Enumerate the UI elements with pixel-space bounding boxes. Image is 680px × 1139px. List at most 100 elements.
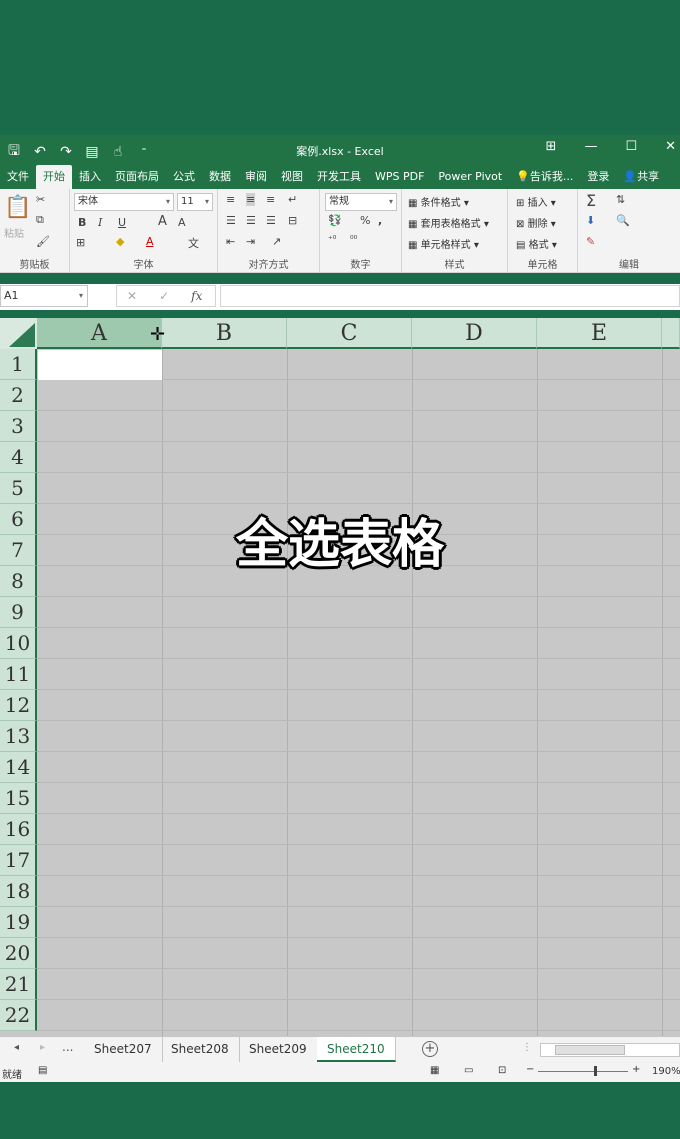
zoom-out-icon[interactable]: − (526, 1064, 534, 1075)
font-color-button[interactable]: A (146, 235, 154, 248)
column-header-e[interactable]: E (537, 318, 662, 349)
sheet-tab-sheet209[interactable]: Sheet209 (239, 1037, 318, 1062)
minimize-icon[interactable]: — (584, 139, 597, 154)
sheet-tab-sheet210[interactable]: Sheet210 (317, 1037, 396, 1062)
fill-icon[interactable]: ⬇ (586, 214, 595, 227)
sheet-tab-sheet208[interactable]: Sheet208 (161, 1037, 240, 1062)
page-layout-view-icon[interactable]: ▭ (464, 1065, 473, 1076)
column-header-d[interactable]: D (412, 318, 537, 349)
font-size-select[interactable]: 11 (177, 193, 213, 211)
align-left-icon[interactable]: ☰ (226, 214, 236, 227)
bold-button[interactable]: B (78, 216, 86, 229)
row-header-12[interactable]: 12 (0, 690, 37, 721)
prev-sheet-icon[interactable]: ◂ (14, 1042, 19, 1053)
increase-decimal-icon[interactable]: ⁺⁰ (328, 235, 336, 245)
zoom-slider[interactable] (538, 1071, 628, 1072)
phonetic-button[interactable]: 文 (188, 235, 199, 251)
more-sheets-button[interactable]: ... (62, 1040, 73, 1054)
enter-icon[interactable]: ✓ (159, 289, 169, 303)
autosum-icon[interactable]: Σ (586, 191, 596, 210)
maximize-icon[interactable]: ☐ (625, 139, 637, 154)
insert-function-icon[interactable]: fx (191, 289, 202, 303)
copy-icon[interactable]: ⧉ (36, 213, 44, 227)
page-break-view-icon[interactable]: ⊡ (498, 1065, 506, 1076)
format-cells-button[interactable]: ▤ 格式 ▾ (516, 236, 557, 251)
column-header-b[interactable]: B (162, 318, 287, 349)
row-header-21[interactable]: 21 (0, 969, 37, 1000)
select-all-button[interactable] (0, 318, 37, 349)
row-header-16[interactable]: 16 (0, 814, 37, 845)
tab-data[interactable]: 数据 (202, 165, 238, 189)
delete-cells-button[interactable]: ⊠ 删除 ▾ (516, 215, 556, 230)
tab-page-layout[interactable]: 页面布局 (108, 165, 166, 189)
row-header-14[interactable]: 14 (0, 752, 37, 783)
underline-button[interactable]: U (118, 216, 126, 229)
row-header-9[interactable]: 9 (0, 597, 37, 628)
add-sheet-icon[interactable]: + (422, 1041, 438, 1057)
percent-button[interactable]: % (360, 214, 370, 227)
cell-styles-button[interactable]: ▦ 单元格样式 ▾ (408, 236, 479, 251)
grow-font-button[interactable]: A (158, 214, 167, 229)
row-header-1[interactable]: 1 (0, 349, 37, 380)
align-middle-icon[interactable]: ≡ (246, 193, 256, 206)
column-header-c[interactable]: C (287, 318, 412, 349)
increase-indent-icon[interactable]: ⇥ (246, 235, 255, 248)
row-header-2[interactable]: 2 (0, 380, 37, 411)
zoom-slider-thumb[interactable] (594, 1066, 597, 1076)
comma-button[interactable]: , (378, 214, 382, 227)
row-header-18[interactable]: 18 (0, 876, 37, 907)
close-icon[interactable]: ✕ (665, 139, 676, 154)
paste-icon[interactable]: 📋 (4, 195, 31, 220)
sort-filter-icon[interactable]: ⇅ (616, 193, 625, 206)
row-header-22[interactable]: 22 (0, 1000, 37, 1031)
decrease-decimal-icon[interactable]: ⁰⁰ (350, 235, 357, 245)
zoom-level[interactable]: 190% (652, 1066, 680, 1077)
share-button[interactable]: 👤共享 (616, 165, 666, 189)
format-as-table-button[interactable]: ▦ 套用表格格式 ▾ (408, 215, 489, 230)
spreadsheet-grid[interactable]: A B C D E ✛ 1 2 3 4 5 6 7 8 9 10 11 12 13 14 15 16 17 18 1… (0, 318, 680, 1036)
conditional-format-button[interactable]: ▦ 条件格式 ▾ (408, 194, 469, 209)
horizontal-scrollbar[interactable] (540, 1043, 680, 1057)
cut-icon[interactable]: ✂ (36, 193, 45, 206)
cancel-icon[interactable]: ✕ (127, 289, 137, 303)
formula-input[interactable] (220, 285, 680, 307)
insert-cells-button[interactable]: ⊞ 插入 ▾ (516, 194, 556, 209)
merge-center-icon[interactable]: ⊟ (288, 214, 297, 227)
scrollbar-thumb[interactable] (555, 1045, 625, 1055)
tab-view[interactable]: 视图 (274, 165, 310, 189)
login-link[interactable]: 登录 (580, 165, 616, 189)
active-cell-a1[interactable] (38, 350, 162, 380)
row-header-13[interactable]: 13 (0, 721, 37, 752)
normal-view-icon[interactable]: ▦ (430, 1065, 439, 1076)
align-bottom-icon[interactable]: ≡ (266, 193, 275, 206)
zoom-in-icon[interactable]: + (632, 1064, 640, 1075)
wrap-text-icon[interactable]: ↵ (288, 193, 297, 206)
align-top-icon[interactable]: ≡ (226, 193, 235, 206)
row-header-20[interactable]: 20 (0, 938, 37, 969)
row-header-10[interactable]: 10 (0, 628, 37, 659)
italic-button[interactable]: I (98, 216, 102, 229)
tab-power-pivot[interactable]: Power Pivot (431, 165, 509, 189)
tab-wps-pdf[interactable]: WPS PDF (368, 165, 431, 189)
tab-developer[interactable]: 开发工具 (310, 165, 368, 189)
tab-home[interactable]: 开始 (36, 165, 72, 189)
font-name-select[interactable]: 宋体 (74, 193, 174, 211)
name-box[interactable]: A1 (0, 285, 88, 307)
fill-color-icon[interactable]: ◆ (116, 235, 124, 248)
format-painter-icon[interactable]: 🖌 (36, 235, 50, 248)
tab-file[interactable]: 文件 (0, 165, 36, 189)
ribbon-display-icon[interactable]: ⊞ (546, 139, 557, 154)
align-center-icon[interactable]: ☰ (246, 214, 256, 227)
orientation-icon[interactable]: ↗ (272, 235, 281, 248)
row-header-5[interactable]: 5 (0, 473, 37, 504)
column-header-f[interactable] (662, 318, 680, 349)
row-header-3[interactable]: 3 (0, 411, 37, 442)
accounting-icon[interactable]: 💱 (328, 214, 342, 227)
tab-insert[interactable]: 插入 (72, 165, 108, 189)
clear-icon[interactable]: ✎ (586, 235, 595, 248)
row-header-19[interactable]: 19 (0, 907, 37, 938)
tab-splitter-icon[interactable]: ⋮ (522, 1042, 532, 1053)
find-select-icon[interactable]: 🔍 (616, 214, 630, 227)
tab-formulas[interactable]: 公式 (166, 165, 202, 189)
tell-me-box[interactable]: 💡告诉我... (509, 165, 580, 189)
